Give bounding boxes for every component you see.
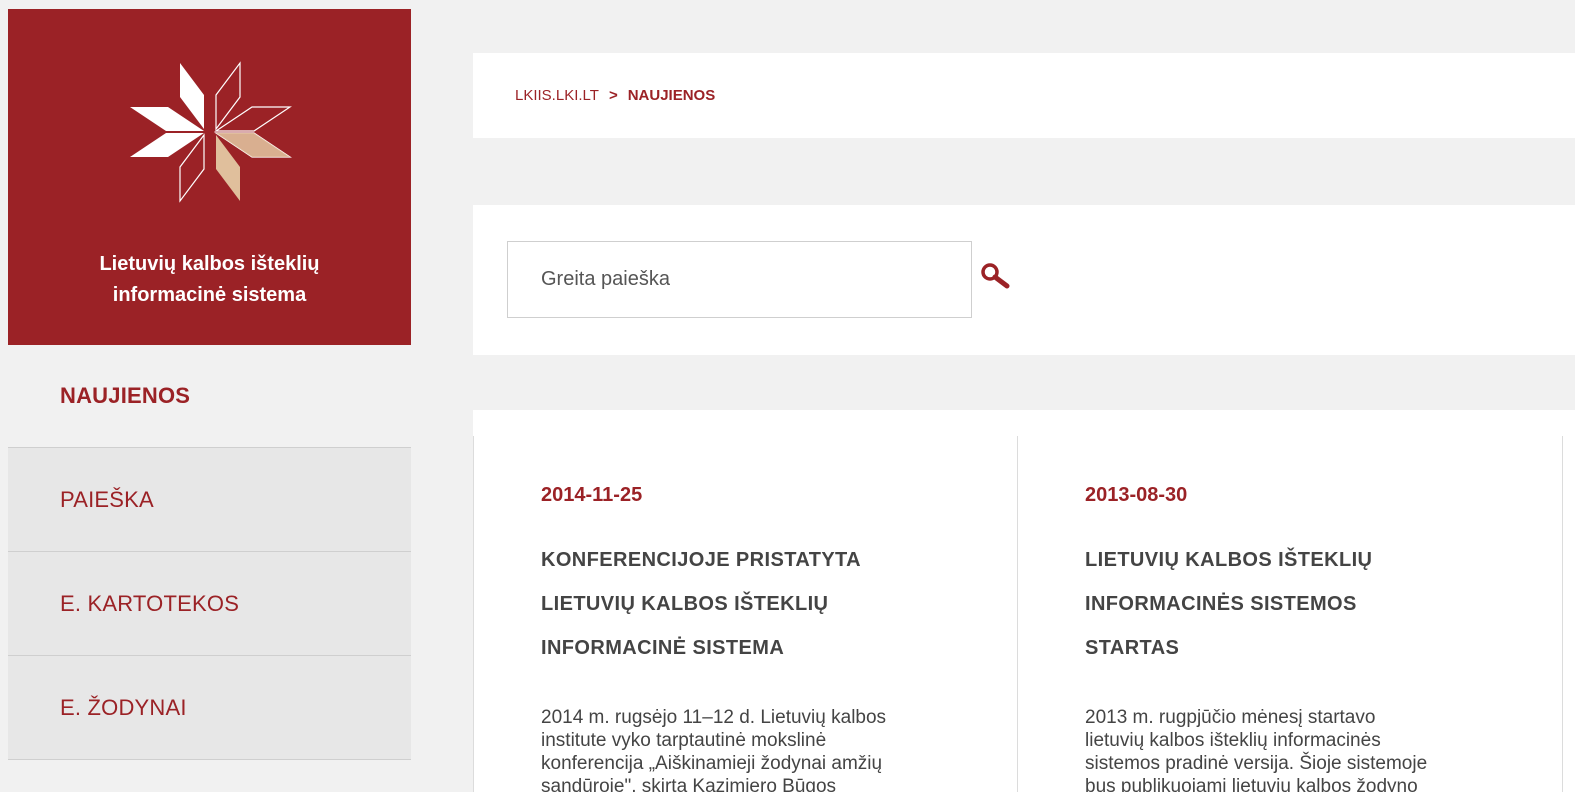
news-excerpt-line: institute vyko tarptautinė mokslinė [541, 730, 827, 751]
brand-title-line2: informacinė sistema [112, 284, 307, 306]
news-title-line: INFORMACINĖ SISTEMA [541, 637, 785, 659]
search-input[interactable] [507, 241, 972, 318]
nav-item-paieska[interactable]: PAIEŠKA [8, 448, 411, 552]
news-section: 2014-11-25 KONFERENCIJOJE PRISTATYTA LIE… [473, 410, 1575, 792]
logo-icon [130, 61, 292, 203]
sidebar: Lietuvių kalbos išteklių informacinė sis… [8, 9, 411, 792]
nav-item-e-zodynai[interactable]: E. ŽODYNAI [8, 656, 411, 760]
news-date: 2013-08-30 [1085, 484, 1188, 506]
news-title-line: INFORMACINĖS SISTEMOS [1085, 593, 1357, 615]
brand-title-line1: Lietuvių kalbos išteklių [99, 253, 320, 275]
breadcrumb-current: NAUJIENOS [627, 87, 716, 104]
news-excerpt-line: 2014 m. rugsėjo 11–12 d. Lietuvių kalbos [541, 707, 887, 728]
news-title[interactable]: LIETUVIŲ KALBOS IŠTEKLIŲ INFORMACINĖS SI… [1085, 538, 1515, 670]
breadcrumb-root-link[interactable]: LKIIS.LKI.LT [515, 87, 599, 104]
main-nav: NAUJIENOS PAIEŠKA E. KARTOTEKOS E. ŽODYN… [8, 345, 411, 760]
brand-title: Lietuvių kalbos išteklių informacinė sis… [8, 249, 411, 311]
breadcrumb: LKIIS.LKI.LT > NAUJIENOS [473, 53, 1575, 138]
news-title-line: STARTAS [1085, 637, 1180, 659]
news-card[interactable]: 2013-08-30 LIETUVIŲ KALBOS IŠTEKLIŲ INFO… [1018, 436, 1563, 792]
nav-item-e-kartotekos[interactable]: E. KARTOTEKOS [8, 552, 411, 656]
news-excerpt: 2014 m. rugsėjo 11–12 d. Lietuvių kalbos… [541, 706, 981, 792]
search-icon[interactable] [978, 261, 1012, 295]
news-excerpt: 2013 m. rugpjūčio mėnesį startavo lietuv… [1085, 706, 1525, 792]
breadcrumb-separator: > [608, 87, 618, 104]
news-title-line: KONFERENCIJOJE PRISTATYTA [541, 549, 862, 571]
news-excerpt-line: sistemos pradinė versija. Šioje sistemoj… [1085, 753, 1428, 774]
brand-block[interactable]: Lietuvių kalbos išteklių informacinė sis… [8, 9, 411, 345]
news-title[interactable]: KONFERENCIJOJE PRISTATYTA LIETUVIŲ KALBO… [541, 538, 971, 670]
search-panel [473, 205, 1575, 355]
news-date: 2014-11-25 [541, 484, 643, 506]
news-title-line: LIETUVIŲ KALBOS IŠTEKLIŲ [1085, 549, 1373, 571]
news-excerpt-line: lietuvių kalbos išteklių informacinės [1085, 730, 1381, 751]
nav-item-naujienos[interactable]: NAUJIENOS [8, 345, 411, 448]
news-excerpt-line: sandūroje", skirta Kazimiero Būgos [541, 776, 837, 792]
news-excerpt-line: 2013 m. rugpjūčio mėnesį startavo [1085, 707, 1376, 728]
card-divider [1562, 436, 1563, 792]
news-excerpt-line: bus publikuojami lietuvių kalbos žodyno [1085, 776, 1418, 792]
news-excerpt-line: konferencija „Aiškinamieji žodynai amžių [541, 753, 883, 774]
news-title-line: LIETUVIŲ KALBOS IŠTEKLIŲ [541, 593, 829, 615]
news-card[interactable]: 2014-11-25 KONFERENCIJOJE PRISTATYTA LIE… [473, 436, 1018, 792]
